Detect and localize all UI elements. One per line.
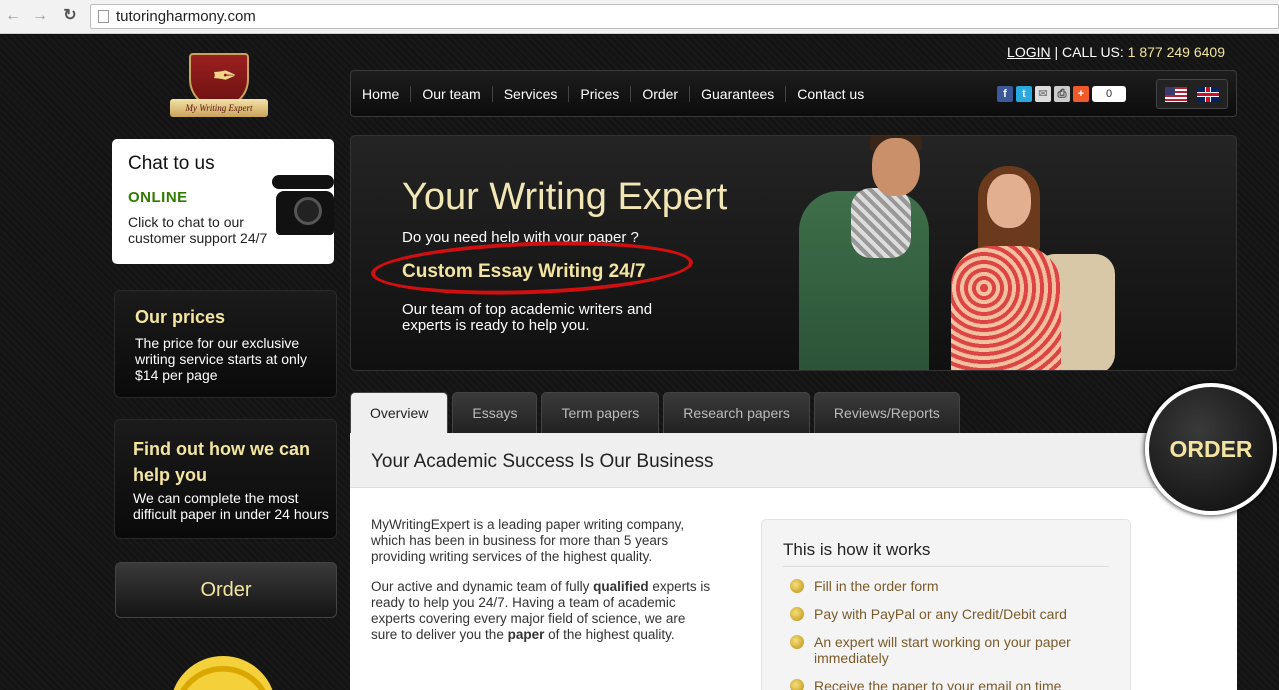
chat-title: Chat to us bbox=[128, 153, 215, 174]
girl-face-image bbox=[987, 174, 1031, 228]
language-selector bbox=[1156, 79, 1228, 109]
divider bbox=[783, 566, 1109, 567]
email-icon[interactable]: ✉ bbox=[1035, 86, 1051, 102]
tab-essays[interactable]: Essays bbox=[452, 392, 538, 433]
nav-our-team[interactable]: Our team bbox=[411, 86, 493, 102]
nav-contact-us[interactable]: Contact us bbox=[786, 86, 875, 102]
plus-share-icon[interactable]: + bbox=[1073, 86, 1089, 102]
list-item: An expert will start working on your pap… bbox=[790, 634, 1110, 666]
main-nav: Home Our team Services Prices Order Guar… bbox=[350, 70, 1237, 117]
list-item: Fill in the order form bbox=[790, 578, 1110, 594]
findout-box[interactable]: Find out how we can help you We can comp… bbox=[114, 419, 337, 539]
step-text: Pay with PayPal or any Credit/Debit card bbox=[814, 606, 1067, 622]
order-circle-button[interactable]: ORDER bbox=[1145, 383, 1277, 515]
site-logo[interactable]: ✒ My Writing Expert bbox=[170, 53, 268, 123]
print-icon[interactable]: ⎙ bbox=[1054, 86, 1070, 102]
steps-list: Fill in the order form Pay with PayPal o… bbox=[790, 578, 1110, 690]
tab-reviews-reports[interactable]: Reviews/Reports bbox=[813, 392, 960, 433]
guarantee-seal-icon bbox=[170, 656, 276, 690]
hero-title: Your Writing Expert bbox=[402, 176, 728, 218]
logo-text: My Writing Expert bbox=[170, 99, 268, 117]
how-it-works-box: This is how it works Fill in the order f… bbox=[761, 519, 1131, 690]
nav-services[interactable]: Services bbox=[493, 86, 570, 102]
hero-tagline: Custom Essay Writing 24/7 bbox=[402, 261, 646, 282]
us-flag-icon[interactable] bbox=[1165, 87, 1187, 102]
back-arrow-icon[interactable]: ← bbox=[3, 6, 23, 26]
content-tabs: Overview Essays Term papers Research pap… bbox=[350, 392, 960, 433]
page: LOGIN | CALL US: 1 877 249 6409 ✒ My Wri… bbox=[0, 35, 1279, 690]
tab-research-papers[interactable]: Research papers bbox=[663, 392, 810, 433]
p2-text-a: Our active and dynamic team of fully bbox=[371, 579, 594, 594]
quill-icon: ✒ bbox=[212, 60, 238, 93]
forward-arrow-icon[interactable]: → bbox=[30, 6, 50, 26]
tab-overview[interactable]: Overview bbox=[350, 392, 449, 433]
call-label: CALL US: bbox=[1062, 44, 1124, 60]
nav-guarantees[interactable]: Guarantees bbox=[690, 86, 787, 102]
step-text: An expert will start working on your pap… bbox=[814, 634, 1071, 666]
p2-bold-paper: paper bbox=[507, 627, 545, 642]
twitter-icon[interactable]: t bbox=[1016, 86, 1032, 102]
prices-text: The price for our exclusive writing serv… bbox=[135, 335, 307, 383]
top-contact-line: LOGIN | CALL US: 1 877 249 6409 bbox=[1007, 44, 1225, 60]
p2-text-e: of the highest quality. bbox=[544, 627, 675, 642]
phone-number[interactable]: 1 877 249 6409 bbox=[1128, 44, 1225, 60]
chat-description: Click to chat to our customer support 24… bbox=[128, 214, 268, 246]
address-url[interactable]: tutoringharmony.com bbox=[116, 8, 256, 25]
step-text: Receive the paper to your email on time bbox=[814, 678, 1062, 690]
facebook-icon[interactable]: f bbox=[997, 86, 1013, 102]
panel-heading: Your Academic Success Is Our Business bbox=[371, 451, 714, 472]
tab-term-papers[interactable]: Term papers bbox=[541, 392, 660, 433]
overview-paragraph-1: MyWritingExpert is a leading paper writi… bbox=[371, 517, 685, 564]
browser-toolbar: ← → ↻ tutoringharmony.com bbox=[0, 0, 1279, 34]
panel-header: Your Academic Success Is Our Business bbox=[350, 433, 1237, 488]
findout-text: We can complete the most difficult paper… bbox=[133, 490, 329, 522]
overview-panel: Your Academic Success Is Our Business My… bbox=[350, 433, 1237, 690]
p2-bold-qualified: qualified bbox=[593, 579, 649, 594]
boy-face-image bbox=[872, 138, 920, 196]
list-item: Pay with PayPal or any Credit/Debit card bbox=[790, 606, 1110, 622]
nav-order[interactable]: Order bbox=[631, 86, 691, 102]
bullet-icon bbox=[790, 635, 804, 649]
girl-shirt-image bbox=[951, 246, 1061, 370]
nav-prices[interactable]: Prices bbox=[569, 86, 632, 102]
how-heading: This is how it works bbox=[783, 540, 931, 559]
overview-paragraph-2: Our active and dynamic team of fully qua… bbox=[371, 579, 711, 643]
page-icon bbox=[98, 10, 109, 23]
prices-heading: Our prices bbox=[135, 307, 226, 327]
bullet-icon bbox=[790, 579, 804, 593]
prices-box[interactable]: Our prices The price for our exclusive w… bbox=[114, 290, 337, 398]
hero-team-text: Our team of top academic writers and exp… bbox=[402, 301, 653, 334]
share-count: 0 bbox=[1092, 86, 1126, 102]
scarf-image bbox=[851, 188, 911, 258]
telephone-icon bbox=[272, 167, 334, 237]
login-link[interactable]: LOGIN bbox=[1007, 44, 1051, 60]
bullet-icon bbox=[790, 679, 804, 690]
separator: | bbox=[1054, 44, 1059, 60]
hero-banner: Your Writing Expert Do you need help wit… bbox=[350, 135, 1237, 371]
step-text: Fill in the order form bbox=[814, 578, 939, 594]
share-buttons: f t ✉ ⎙ + 0 bbox=[997, 86, 1126, 102]
address-bar[interactable]: tutoringharmony.com bbox=[90, 4, 1279, 29]
chat-widget[interactable]: Chat to us ONLINE Click to chat to our c… bbox=[112, 139, 334, 264]
reload-icon[interactable]: ↻ bbox=[60, 6, 80, 26]
sidebar-order-button[interactable]: Order bbox=[115, 562, 337, 618]
findout-heading: Find out how we can help you bbox=[133, 439, 310, 485]
overview-text: MyWritingExpert is a leading paper writi… bbox=[371, 517, 711, 657]
uk-flag-icon[interactable] bbox=[1197, 87, 1219, 102]
chat-status: ONLINE bbox=[128, 189, 188, 206]
bullet-icon bbox=[790, 607, 804, 621]
list-item: Receive the paper to your email on time bbox=[790, 678, 1110, 690]
nav-home[interactable]: Home bbox=[351, 86, 412, 102]
